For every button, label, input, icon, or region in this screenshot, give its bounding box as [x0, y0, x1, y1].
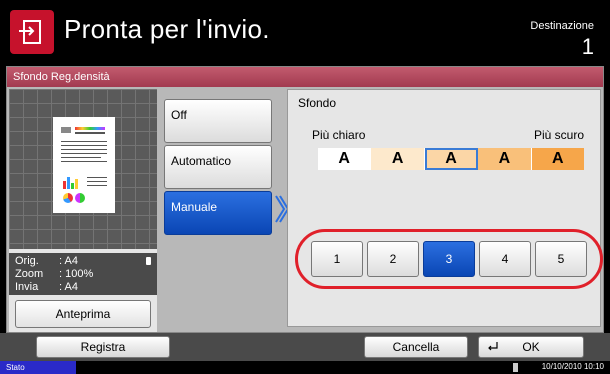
info-key: Zoom — [15, 268, 44, 280]
preview-button[interactable]: Anteprima — [15, 300, 151, 328]
level-3-button[interactable]: 3 — [423, 241, 475, 277]
level-2-button[interactable]: 2 — [367, 241, 419, 277]
action-bar: Registra Cancella OK — [0, 333, 610, 361]
background-label: Sfondo — [298, 96, 337, 110]
level-5-button[interactable]: 5 — [535, 241, 587, 277]
doc-bar-graphic — [63, 175, 81, 189]
doc-color-bar — [75, 127, 105, 130]
density-sample-strip: A A A A A — [318, 148, 585, 170]
doc-logo — [61, 127, 71, 133]
screen: Pronta per l'invio. Destinazione 1 Sfond… — [0, 0, 610, 374]
doc-text-line — [61, 149, 107, 150]
info-row-zoom: Zoom : 100% — [15, 268, 151, 281]
info-value: : 100% — [59, 268, 94, 280]
info-value: : A4 — [59, 281, 78, 293]
doc-text-line — [61, 161, 107, 162]
lighter-label: Più chiaro — [312, 128, 366, 142]
background-density-box: Sfondo Più chiaro Più scuro A A A A A — [287, 89, 601, 327]
option-auto-button[interactable]: Automatico — [164, 145, 272, 189]
send-document-icon — [19, 20, 41, 44]
preview-area — [9, 89, 157, 249]
memory-icon — [513, 363, 518, 372]
doc-text-line — [61, 145, 107, 146]
doc-pie-graphic — [63, 193, 73, 203]
cancel-button[interactable]: Cancella — [364, 336, 468, 358]
doc-text-line — [75, 132, 105, 134]
info-row-original: Orig. : A4 — [15, 255, 151, 268]
preview-column: Orig. : A4 Zoom : 100% Invia : A4 Antepr… — [9, 89, 157, 332]
settings-panel: Sfondo Reg.densità Orig.: A4 Zoom: 100… — [6, 66, 604, 333]
destination-count[interactable]: 1 — [582, 34, 594, 60]
density-sample-3: A — [424, 148, 479, 170]
ok-label: OK — [522, 340, 540, 354]
doc-pie-graphic — [75, 193, 85, 203]
chevron-right-icon — [275, 195, 288, 223]
register-button[interactable]: Registra — [36, 336, 170, 358]
density-sample-4: A — [478, 148, 532, 170]
level-1-button[interactable]: 1 — [311, 241, 363, 277]
destination-label: Destinazione — [530, 20, 594, 32]
original-info: Orig. : A4 Zoom : 100% Invia : A4 — [9, 253, 157, 295]
doc-text-line — [87, 177, 107, 178]
doc-text-line — [61, 141, 107, 142]
paper-orientation-icon — [146, 257, 151, 265]
doc-text-line — [61, 157, 101, 158]
status-title: Pronta per l'invio. — [64, 14, 270, 44]
status-bar: Stato 10/10/2010 10:10 — [0, 361, 610, 374]
doc-text-line — [87, 181, 107, 182]
density-sample-5: A — [531, 148, 585, 170]
doc-text-line — [87, 185, 107, 186]
datetime: 10/10/2010 10:10 — [541, 362, 604, 371]
status-button[interactable]: Stato — [0, 361, 76, 374]
density-sample-2: A — [371, 148, 425, 170]
darker-label: Più scuro — [533, 128, 584, 142]
enter-icon — [488, 342, 498, 351]
doc-text-line — [61, 153, 107, 154]
info-value: : A4 — [59, 255, 78, 267]
density-sample-1: A — [318, 148, 372, 170]
info-row-send: Invia : A4 — [15, 281, 151, 294]
info-key: Orig. — [15, 255, 39, 267]
document-thumbnail — [53, 117, 115, 213]
ok-button[interactable]: OK — [478, 336, 584, 358]
option-manual-button[interactable]: Manuale — [164, 191, 272, 235]
level-4-button[interactable]: 4 — [479, 241, 531, 277]
send-mode-button[interactable] — [10, 10, 54, 54]
info-key: Invia — [15, 281, 39, 293]
header: Pronta per l'invio. Destinazione 1 — [0, 0, 610, 66]
option-off-button[interactable]: Off — [164, 99, 272, 143]
panel-title: Sfondo Reg.densità — [7, 67, 603, 87]
